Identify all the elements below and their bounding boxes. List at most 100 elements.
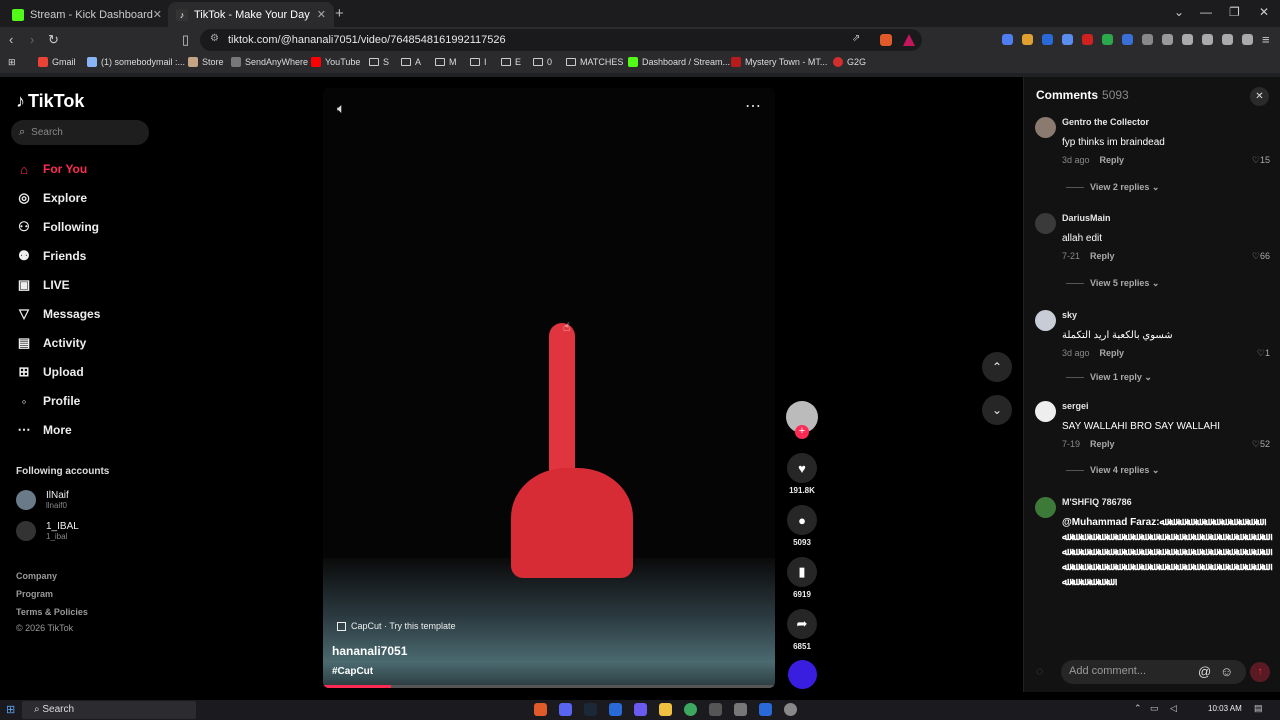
comment-username[interactable]: DariusMain xyxy=(1062,213,1111,223)
capcut-template-link[interactable]: CapCut · Try this template xyxy=(337,621,456,631)
avatar[interactable] xyxy=(1035,310,1056,331)
menu-icon[interactable]: ≡ xyxy=(1262,32,1270,47)
extension-icon[interactable] xyxy=(1022,34,1033,45)
tab-tiktok[interactable]: ♪ TikTok - Make Your Day ✕ xyxy=(168,2,334,27)
bookmark-store[interactable]: Store xyxy=(188,57,224,67)
bookmark-folder-matches[interactable]: MATCHES xyxy=(566,57,623,67)
extension-icon[interactable] xyxy=(1082,34,1093,45)
avatar[interactable] xyxy=(1035,117,1056,138)
emoji-icon[interactable]: ☺ xyxy=(1220,664,1233,679)
video-player[interactable]: 🔈︎ ⋯ CapCut · Try this template hananali… xyxy=(323,88,775,688)
app-icon[interactable] xyxy=(634,703,647,716)
sidebar-item-activity[interactable]: ▤ Activity xyxy=(16,333,87,353)
video-username[interactable]: hananali7051 xyxy=(332,644,407,658)
music-icon[interactable] xyxy=(1162,34,1173,45)
tray-chevron-up-icon[interactable]: ⌃ xyxy=(1134,703,1142,714)
volume-icon[interactable]: 🔈︎ xyxy=(337,100,345,117)
clock[interactable]: 10:03 AM xyxy=(1208,704,1242,713)
tiktok-logo[interactable]: ♪ TikTok xyxy=(16,91,84,112)
avatar[interactable] xyxy=(1035,401,1056,422)
network-icon[interactable]: ▭ xyxy=(1150,703,1159,714)
more-options-icon[interactable]: ⋯ xyxy=(745,96,761,116)
file-explorer-icon[interactable] xyxy=(659,703,672,716)
view-replies-button[interactable]: View 2 replies ⌄ xyxy=(1066,182,1159,193)
app-icon[interactable] xyxy=(784,703,797,716)
bookmark-mystery-town[interactable]: Mystery Town - MT... xyxy=(731,57,827,67)
sidebar-item-messages[interactable]: ▽ Messages xyxy=(16,304,100,324)
app-icon[interactable] xyxy=(734,703,747,716)
forward-icon[interactable]: › xyxy=(30,32,34,47)
tab-kick[interactable]: Stream - Kick Dashboard ✕ xyxy=(4,2,170,27)
next-video-button[interactable]: ⌄ xyxy=(982,395,1012,425)
extension-icon[interactable] xyxy=(1042,34,1053,45)
video-progress-bar[interactable] xyxy=(323,685,775,688)
sidebar-item-friends[interactable]: ⚉ Friends xyxy=(16,246,86,266)
sidebar-item-profile[interactable]: ◦ Profile xyxy=(16,391,81,411)
extension-icon[interactable] xyxy=(1102,34,1113,45)
close-comments-button[interactable]: ✕ xyxy=(1250,87,1269,106)
sidebar-icon[interactable] xyxy=(1182,34,1193,45)
bookmark-folder-i[interactable]: I xyxy=(470,57,487,67)
bookmark-sendanywhere[interactable]: SendAnyWhere xyxy=(231,57,308,67)
comment-like-button[interactable]: ♡15 xyxy=(1252,155,1270,166)
reply-button[interactable]: Reply xyxy=(1100,348,1125,358)
leo-icon[interactable] xyxy=(1222,34,1233,45)
avatar[interactable] xyxy=(1035,497,1056,518)
back-icon[interactable]: ‹ xyxy=(9,32,13,47)
search-input[interactable]: ⌕ Search xyxy=(11,120,149,145)
puzzle-icon[interactable] xyxy=(1142,34,1153,45)
sidebar-item-more[interactable]: ⋯ More xyxy=(16,420,72,440)
reply-button[interactable]: Reply xyxy=(1090,251,1115,261)
wallet-icon[interactable] xyxy=(1202,34,1213,45)
app-icon[interactable] xyxy=(759,703,772,716)
volume-icon[interactable]: ◁ xyxy=(1170,703,1177,714)
bookmark-somebodymail[interactable]: (1) somebodymail :... xyxy=(87,57,185,67)
close-icon[interactable]: ✕ xyxy=(317,8,326,21)
comment-username[interactable]: M'SHFIQ 786786 xyxy=(1062,497,1132,507)
discord-app-icon[interactable] xyxy=(559,703,572,716)
window-close-icon[interactable]: ✕ xyxy=(1259,5,1269,19)
bookmark-g2g[interactable]: G2G xyxy=(833,57,866,67)
music-disc-icon[interactable] xyxy=(788,660,817,689)
comment-like-button[interactable]: ♡1 xyxy=(1257,348,1270,359)
view-replies-button[interactable]: View 5 replies ⌄ xyxy=(1066,278,1159,289)
bookmark-folder-s[interactable]: S xyxy=(369,57,389,67)
open-external-icon[interactable]: ⇗ xyxy=(852,33,860,44)
new-tab-button[interactable]: + xyxy=(335,5,344,22)
steam-app-icon[interactable] xyxy=(584,703,597,716)
sidebar-item-for-you[interactable]: ⌂ For You xyxy=(16,159,87,179)
sidebar-item-live[interactable]: ▣ LIVE xyxy=(16,275,70,295)
bookmark-folder-0[interactable]: 0 xyxy=(533,57,552,67)
taskbar-search[interactable]: ⌕ Search xyxy=(22,701,196,719)
creator-avatar-button[interactable]: + xyxy=(784,401,820,439)
extension-icon[interactable] xyxy=(1062,34,1073,45)
share-button[interactable]: ➦ 6851 xyxy=(784,609,820,651)
extension-icon[interactable] xyxy=(1002,34,1013,45)
bookmark-folder-a[interactable]: A xyxy=(401,57,421,67)
sidebar-item-upload[interactable]: ⊞ Upload xyxy=(16,362,84,382)
footer-company[interactable]: Company xyxy=(16,571,57,581)
url-bar[interactable]: ⚙ tiktok.com/@hananali7051/video/7648548… xyxy=(200,29,922,51)
footer-program[interactable]: Program xyxy=(16,589,53,599)
apps-icon[interactable]: ⊞ xyxy=(8,57,16,68)
brave-shields-icon[interactable] xyxy=(880,34,892,46)
vpn-icon[interactable] xyxy=(1242,34,1253,45)
bookmark-gmail[interactable]: Gmail xyxy=(38,57,76,67)
like-button[interactable]: ♥ 191.8K xyxy=(784,453,820,495)
close-icon[interactable]: ✕ xyxy=(153,8,162,21)
bookmark-folder-m[interactable]: M xyxy=(435,57,457,67)
app-icon[interactable] xyxy=(709,703,722,716)
bookmark-folder-e[interactable]: E xyxy=(501,57,521,67)
brave-app-icon[interactable] xyxy=(534,703,547,716)
brave-rewards-icon[interactable] xyxy=(903,34,915,46)
extension-icon[interactable] xyxy=(1122,34,1133,45)
reply-button[interactable]: Reply xyxy=(1090,439,1115,449)
follow-plus-icon[interactable]: + xyxy=(795,425,809,439)
restore-icon[interactable]: ❐ xyxy=(1229,5,1240,19)
reply-button[interactable]: Reply xyxy=(1100,155,1125,165)
comment-like-button[interactable]: ♡66 xyxy=(1252,251,1270,262)
mention-icon[interactable]: @ xyxy=(1198,664,1211,679)
comment-username[interactable]: Gentro the Collector xyxy=(1062,117,1149,127)
app-icon[interactable] xyxy=(609,703,622,716)
following-account[interactable]: 1_IBAL 1_ibal xyxy=(16,521,79,541)
